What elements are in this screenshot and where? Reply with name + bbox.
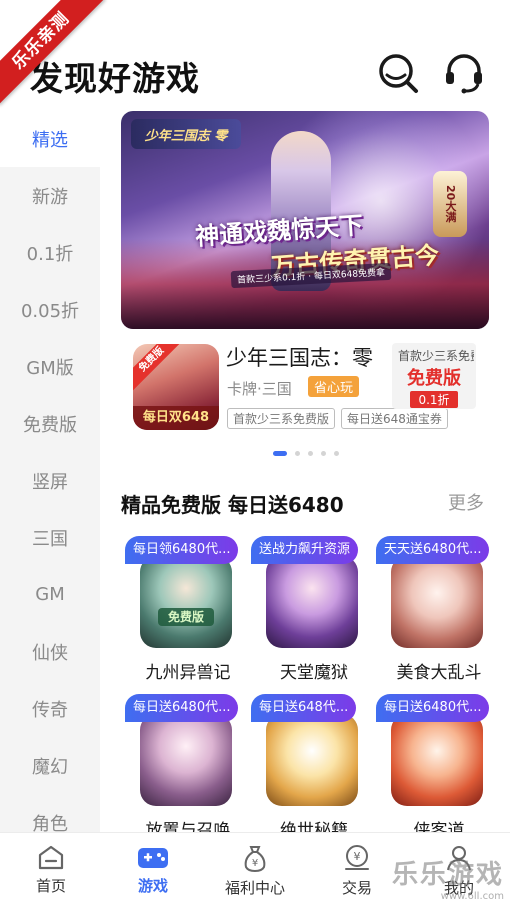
game-card[interactable]: 每日送6480代... 放置与召唤 bbox=[125, 694, 243, 844]
search-icon bbox=[379, 54, 418, 93]
nav-home[interactable]: 首页 bbox=[0, 833, 102, 908]
sidebar-item-three-kingdoms[interactable]: 三国 bbox=[0, 509, 100, 566]
sidebar-item-featured[interactable]: 精选 bbox=[0, 110, 100, 167]
banner-game-logo: 少年三国志 零 bbox=[131, 119, 241, 149]
sidebar-item-fantasy[interactable]: 魔幻 bbox=[0, 737, 100, 794]
carousel-dot[interactable] bbox=[334, 451, 339, 456]
featured-icon-corner: 免费版 bbox=[133, 344, 183, 391]
carousel-indicator bbox=[273, 451, 339, 456]
chef-girl-icon bbox=[391, 556, 483, 648]
fantasy-warrior-icon: 免费版 bbox=[140, 556, 232, 648]
nav-welfare[interactable]: ¥ 福利中心 bbox=[204, 833, 306, 908]
game-name: 天堂魔狱 bbox=[280, 663, 348, 683]
featured-game-category: 卡牌·三国 bbox=[227, 380, 292, 398]
carousel-dot[interactable] bbox=[295, 451, 300, 456]
nav-label: 首页 bbox=[35, 877, 66, 895]
site-watermark: 乐乐游戏 www.6ll.com bbox=[392, 854, 504, 902]
section-title: 精品免费版 每日送6480 bbox=[121, 493, 344, 517]
svg-text:¥: ¥ bbox=[354, 850, 361, 863]
sidebar-item-legend[interactable]: 传奇 bbox=[0, 680, 100, 737]
nav-label: 游戏 bbox=[137, 877, 168, 895]
featured-game-icon[interactable]: 免费版 每日双648 bbox=[133, 344, 219, 430]
nav-games[interactable]: 游戏 bbox=[102, 833, 204, 908]
game-promo-ribbon: 每日送648代... bbox=[251, 694, 357, 722]
search-button[interactable] bbox=[375, 50, 421, 96]
game-promo-ribbon: 天天送6480代... bbox=[376, 536, 490, 564]
promo-banner[interactable]: 少年三国志 零 神通戏魏惊天下 万古传奇贯古今 首款三少系0.1折 · 每日双6… bbox=[121, 111, 489, 329]
corner-ribbon: 乐乐亲测 bbox=[0, 0, 110, 110]
nav-label: 交易 bbox=[341, 879, 372, 897]
game-card[interactable]: 送战力飙升资源 天堂魔狱 bbox=[251, 536, 369, 686]
game-promo-ribbon: 送战力飙升资源 bbox=[251, 536, 359, 564]
sidebar-item-gm-version[interactable]: GM版 bbox=[0, 338, 100, 395]
carousel-dot[interactable] bbox=[308, 451, 313, 456]
home-icon bbox=[38, 845, 64, 870]
game-name: 九州异兽记 bbox=[145, 663, 231, 683]
sidebar-item-rpg[interactable]: 角色 bbox=[0, 794, 100, 833]
featured-game-name[interactable]: 少年三国志：零 bbox=[226, 342, 386, 372]
game-card[interactable]: 每日送6480代... 侠客道 bbox=[376, 694, 494, 844]
game-promo-ribbon: 每日送6480代... bbox=[125, 694, 239, 722]
watermark-brand: 乐乐游戏 bbox=[391, 860, 504, 890]
banner-badge: 20大满 bbox=[433, 171, 467, 237]
free-seal-label: 免费版 bbox=[407, 368, 461, 389]
featured-icon-bottom-text: 每日双648 bbox=[133, 406, 219, 430]
featured-tag: 省心玩 bbox=[308, 376, 360, 397]
game-icon-badge: 免费版 bbox=[158, 608, 214, 626]
customer-service-button[interactable] bbox=[441, 50, 487, 96]
red-hair-girl-icon bbox=[391, 714, 483, 806]
carousel-dot[interactable] bbox=[321, 451, 326, 456]
sidebar-item-new-games[interactable]: 新游 bbox=[0, 167, 100, 224]
purple-maiden-icon bbox=[266, 556, 358, 648]
white-hair-hero-icon bbox=[266, 714, 358, 806]
carousel-dot[interactable] bbox=[273, 451, 287, 456]
elf-mage-icon bbox=[140, 714, 232, 806]
nav-label: 福利中心 bbox=[224, 879, 285, 897]
sidebar-item-discount-01[interactable]: 0.1折 bbox=[0, 224, 100, 281]
sidebar-item-xianxia[interactable]: 仙侠 bbox=[0, 623, 100, 680]
game-card[interactable]: 每日送648代... 绝世秘籍 bbox=[251, 694, 369, 844]
sidebar-item-free-version[interactable]: 免费版 bbox=[0, 395, 100, 452]
free-seal-discount: 0.1折 bbox=[410, 391, 458, 408]
money-bag-icon: ¥ bbox=[244, 846, 266, 873]
trade-icon: ¥ bbox=[345, 845, 369, 870]
free-version-seal: 免费版 0.1折 bbox=[392, 362, 476, 412]
featured-tag-1: 首款少三系免费版 bbox=[227, 408, 336, 429]
corner-ribbon-text: 乐乐亲测 bbox=[0, 0, 105, 105]
gamepad-icon bbox=[138, 848, 168, 868]
game-name: 美食大乱斗 bbox=[396, 663, 482, 683]
sidebar-item-discount-005[interactable]: 0.05折 bbox=[0, 281, 100, 338]
sidebar-item-portrait[interactable]: 竖屏 bbox=[0, 452, 100, 509]
sidebar-item-gm[interactable]: GM bbox=[0, 566, 100, 623]
game-card[interactable]: 天天送6480代... 美食大乱斗 bbox=[376, 536, 494, 686]
headset-icon bbox=[446, 54, 482, 94]
game-card[interactable]: 每日领6480代... 免费版 九州异兽记 bbox=[125, 536, 243, 686]
svg-text:¥: ¥ bbox=[252, 858, 258, 869]
more-link[interactable]: 更多 bbox=[448, 489, 484, 515]
game-promo-ribbon: 每日领6480代... bbox=[125, 536, 239, 564]
game-promo-ribbon: 每日送6480代... bbox=[376, 694, 490, 722]
watermark-url: www.6ll.com bbox=[440, 891, 504, 902]
category-sidebar: 精选 新游 0.1折 0.05折 GM版 免费版 竖屏 三国 GM 仙侠 传奇 … bbox=[0, 110, 100, 832]
